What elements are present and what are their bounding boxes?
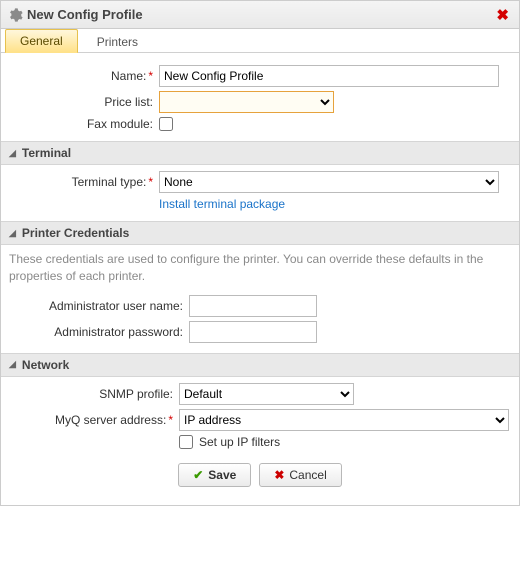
config-profile-dialog: New Config Profile ✖ General Printers Na… bbox=[0, 0, 520, 506]
collapse-icon[interactable]: ◢ bbox=[9, 228, 16, 239]
collapse-icon[interactable]: ◢ bbox=[9, 148, 16, 159]
cancel-button-label: Cancel bbox=[289, 468, 326, 482]
admin-pass-input[interactable] bbox=[189, 321, 317, 343]
fax-label: Fax module: bbox=[9, 117, 159, 131]
install-terminal-link[interactable]: Install terminal package bbox=[159, 197, 285, 211]
collapse-icon[interactable]: ◢ bbox=[9, 359, 16, 370]
terminal-type-label: Terminal type:* bbox=[9, 175, 159, 189]
section-printer-credentials: ◢ Printer Credentials bbox=[1, 221, 519, 245]
pricelist-select[interactable] bbox=[159, 91, 334, 113]
gear-icon bbox=[7, 7, 23, 23]
credentials-note: These credentials are used to configure … bbox=[9, 251, 511, 285]
save-button[interactable]: ✔ Save bbox=[178, 463, 251, 487]
ipfilter-checkbox[interactable] bbox=[179, 435, 193, 449]
admin-user-label: Administrator user name: bbox=[9, 299, 189, 313]
ipfilter-label: Set up IP filters bbox=[199, 435, 280, 449]
x-icon: ✖ bbox=[274, 468, 284, 482]
snmp-label: SNMP profile: bbox=[9, 387, 179, 401]
dialog-title: New Config Profile bbox=[27, 7, 143, 22]
close-icon[interactable]: ✖ bbox=[492, 6, 513, 24]
titlebar: New Config Profile ✖ bbox=[1, 1, 519, 29]
button-bar: ✔ Save ✖ Cancel bbox=[9, 453, 511, 493]
name-label: Name:* bbox=[9, 69, 159, 83]
section-terminal: ◢ Terminal bbox=[1, 141, 519, 165]
terminal-type-select[interactable]: None bbox=[159, 171, 499, 193]
tabbar: General Printers bbox=[1, 29, 519, 53]
admin-pass-label: Administrator password: bbox=[9, 325, 189, 339]
pricelist-label: Price list: bbox=[9, 95, 159, 109]
tab-printers[interactable]: Printers bbox=[82, 30, 153, 53]
snmp-select[interactable]: Default bbox=[179, 383, 354, 405]
server-addr-select[interactable]: IP address bbox=[179, 409, 509, 431]
tab-general[interactable]: General bbox=[5, 29, 78, 53]
server-addr-label: MyQ server address:* bbox=[9, 413, 179, 427]
admin-user-input[interactable] bbox=[189, 295, 317, 317]
check-icon: ✔ bbox=[193, 468, 203, 482]
name-input[interactable] bbox=[159, 65, 499, 87]
section-network: ◢ Network bbox=[1, 353, 519, 377]
save-button-label: Save bbox=[208, 468, 236, 482]
cancel-button[interactable]: ✖ Cancel bbox=[259, 463, 341, 487]
fax-checkbox[interactable] bbox=[159, 117, 173, 131]
